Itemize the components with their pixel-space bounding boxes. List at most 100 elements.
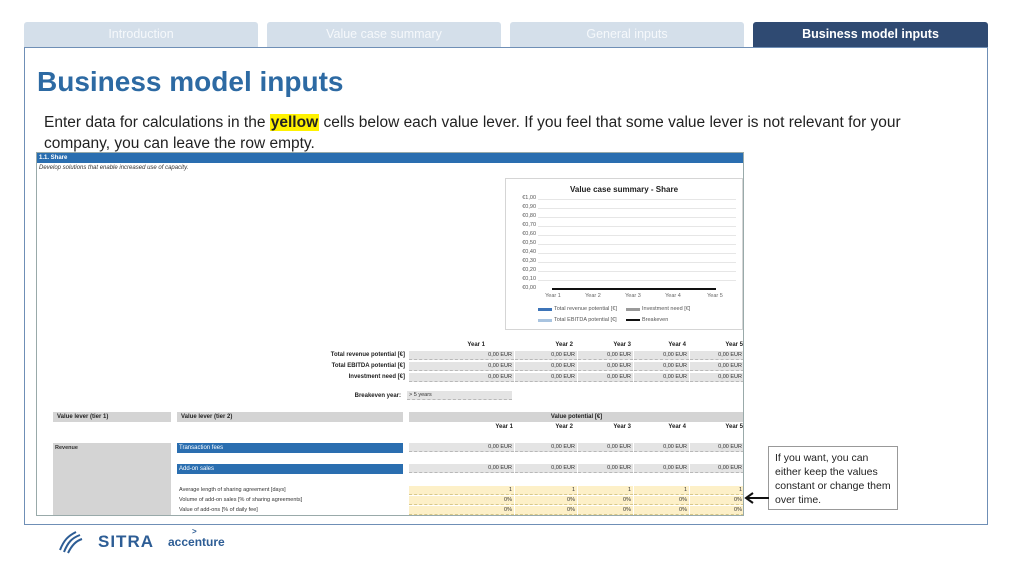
lever-cell: 0,00 EUR: [409, 464, 514, 473]
summary-cell: 0,00 EUR: [515, 362, 577, 371]
legend-item-investment: Investment need [€]: [626, 306, 690, 312]
year-header: Year 3: [613, 342, 631, 348]
lever-cell: 0,00 EUR: [409, 443, 514, 452]
instructions-text: Enter data for calculations in the yello…: [44, 112, 944, 154]
summary-cell: 0,00 EUR: [634, 351, 689, 360]
y-tick: €0,40: [522, 249, 536, 255]
sitra-emblem-icon: [59, 531, 83, 554]
y-tick: €0,00: [522, 285, 536, 291]
accenture-logo: > accenture: [168, 527, 225, 549]
lever-cell: 0,00 EUR: [690, 464, 743, 473]
y-tick: €0,20: [522, 267, 536, 273]
summary-cell: 0,00 EUR: [634, 362, 689, 371]
instructions-before: Enter data for calculations in the: [44, 114, 270, 131]
summary-cell: 0,00 EUR: [409, 351, 514, 360]
summary-row-label: Total EBITDA potential [€]: [331, 363, 405, 369]
arrow-left-icon: [744, 492, 769, 504]
gridline: [538, 280, 736, 281]
summary-cell: 0,00 EUR: [578, 351, 633, 360]
input-cell[interactable]: 1: [515, 486, 577, 495]
lever-cell: 0,00 EUR: [578, 443, 633, 452]
input-cell[interactable]: 0%: [690, 506, 743, 515]
sitra-logo: SITRA: [98, 532, 154, 551]
accenture-caret-icon: >: [192, 527, 197, 536]
legend-item-ebitda: Total EBITDA potential [€]: [538, 317, 617, 323]
year-header: Year 4: [668, 342, 686, 348]
section-description: Develop solutions that enable increased …: [39, 165, 189, 171]
input-cell[interactable]: 1: [690, 486, 743, 495]
y-tick: €1,00: [522, 195, 536, 201]
breakeven-value: > 5 years: [407, 391, 512, 400]
input-cell[interactable]: 0%: [515, 496, 577, 505]
potential-header: Value potential [€]: [409, 412, 743, 422]
section-header: 1.1. Share: [37, 153, 743, 163]
input-cell[interactable]: 0%: [634, 506, 689, 515]
y-tick: €0,50: [522, 240, 536, 246]
legend-label: Investment need [€]: [642, 306, 691, 312]
input-cell[interactable]: 0%: [690, 496, 743, 505]
summary-cell: 0,00 EUR: [690, 351, 743, 360]
input-cell[interactable]: 1: [409, 486, 514, 495]
summary-cell: 0,00 EUR: [515, 373, 577, 382]
gridline: [538, 262, 736, 263]
input-cell[interactable]: 0%: [634, 496, 689, 505]
lever-cell: 0,00 EUR: [634, 443, 689, 452]
tab-business-model-inputs[interactable]: Business model inputs: [753, 22, 988, 47]
lever-transaction-fees[interactable]: Transaction fees: [177, 443, 403, 453]
summary-cell: 0,00 EUR: [634, 373, 689, 382]
year-header: Year 2: [555, 424, 573, 430]
summary-cell: 0,00 EUR: [690, 362, 743, 371]
summary-cell: 0,00 EUR: [409, 373, 514, 382]
callout-note: If you want, you can either keep the val…: [768, 446, 898, 510]
year-header: Year 1: [467, 342, 485, 348]
input-label: Volume of add-on sales [% of sharing agr…: [179, 497, 303, 503]
gridline: [538, 208, 736, 209]
summary-row-label: Total revenue potential [€]: [330, 352, 405, 358]
input-cell[interactable]: 1: [634, 486, 689, 495]
input-cell[interactable]: 1: [578, 486, 633, 495]
legend-swatch: [538, 318, 552, 322]
page-title: Business model inputs: [37, 66, 344, 97]
tier1-column: [53, 443, 171, 515]
y-tick: €0,90: [522, 204, 536, 210]
x-tick: Year 1: [545, 293, 561, 299]
instructions-highlight: yellow: [269, 114, 320, 131]
x-tick: Year 2: [585, 293, 601, 299]
breakeven-line: [552, 288, 716, 290]
input-cell[interactable]: 0%: [515, 506, 577, 515]
footer-logos: SITRA > accenture: [56, 527, 225, 556]
summary-cell: 0,00 EUR: [690, 373, 743, 382]
legend-item-revenue: Total revenue potential [€]: [538, 306, 617, 312]
accenture-wordmark: accenture: [168, 535, 225, 549]
year-header: Year 5: [725, 424, 743, 430]
legend-label: Total revenue potential [€]: [554, 306, 617, 312]
summary-row-label: Investment need [€]: [348, 374, 405, 380]
input-cell[interactable]: 0%: [578, 496, 633, 505]
lever-add-on-sales[interactable]: Add-on sales: [177, 464, 403, 474]
gridline: [538, 199, 736, 200]
summary-cell: 0,00 EUR: [515, 351, 577, 360]
y-tick: €0,80: [522, 213, 536, 219]
summary-cell: 0,00 EUR: [409, 362, 514, 371]
input-cell[interactable]: 0%: [578, 506, 633, 515]
tab-introduction[interactable]: Introduction: [24, 22, 258, 47]
gridline: [538, 271, 736, 272]
summary-cell: 0,00 EUR: [578, 373, 633, 382]
tier1-revenue: Revenue: [55, 445, 78, 451]
chart-title: Value case summary - Share: [569, 185, 679, 194]
year-header: Year 2: [555, 342, 573, 348]
summary-cell: 0,00 EUR: [578, 362, 633, 371]
lever-cell: 0,00 EUR: [634, 464, 689, 473]
tab-value-case-summary[interactable]: Value case summary: [267, 22, 501, 47]
input-cell[interactable]: 0%: [409, 506, 514, 515]
y-tick: €0,30: [522, 258, 536, 264]
input-label: Value of add-ons [% of daily fee]: [179, 507, 258, 513]
lever-cell: 0,00 EUR: [515, 464, 577, 473]
input-cell[interactable]: 0%: [409, 496, 514, 505]
spreadsheet[interactable]: 1.1. Share Develop solutions that enable…: [36, 152, 744, 516]
gridline: [538, 244, 736, 245]
breakeven-label: Breakeven year:: [354, 393, 401, 399]
tier1-header: Value lever (tier 1): [53, 412, 171, 422]
value-case-chart: Value case summary - Share €1,00 €0,90 €…: [505, 178, 743, 330]
tab-general-inputs[interactable]: General inputs: [510, 22, 744, 47]
